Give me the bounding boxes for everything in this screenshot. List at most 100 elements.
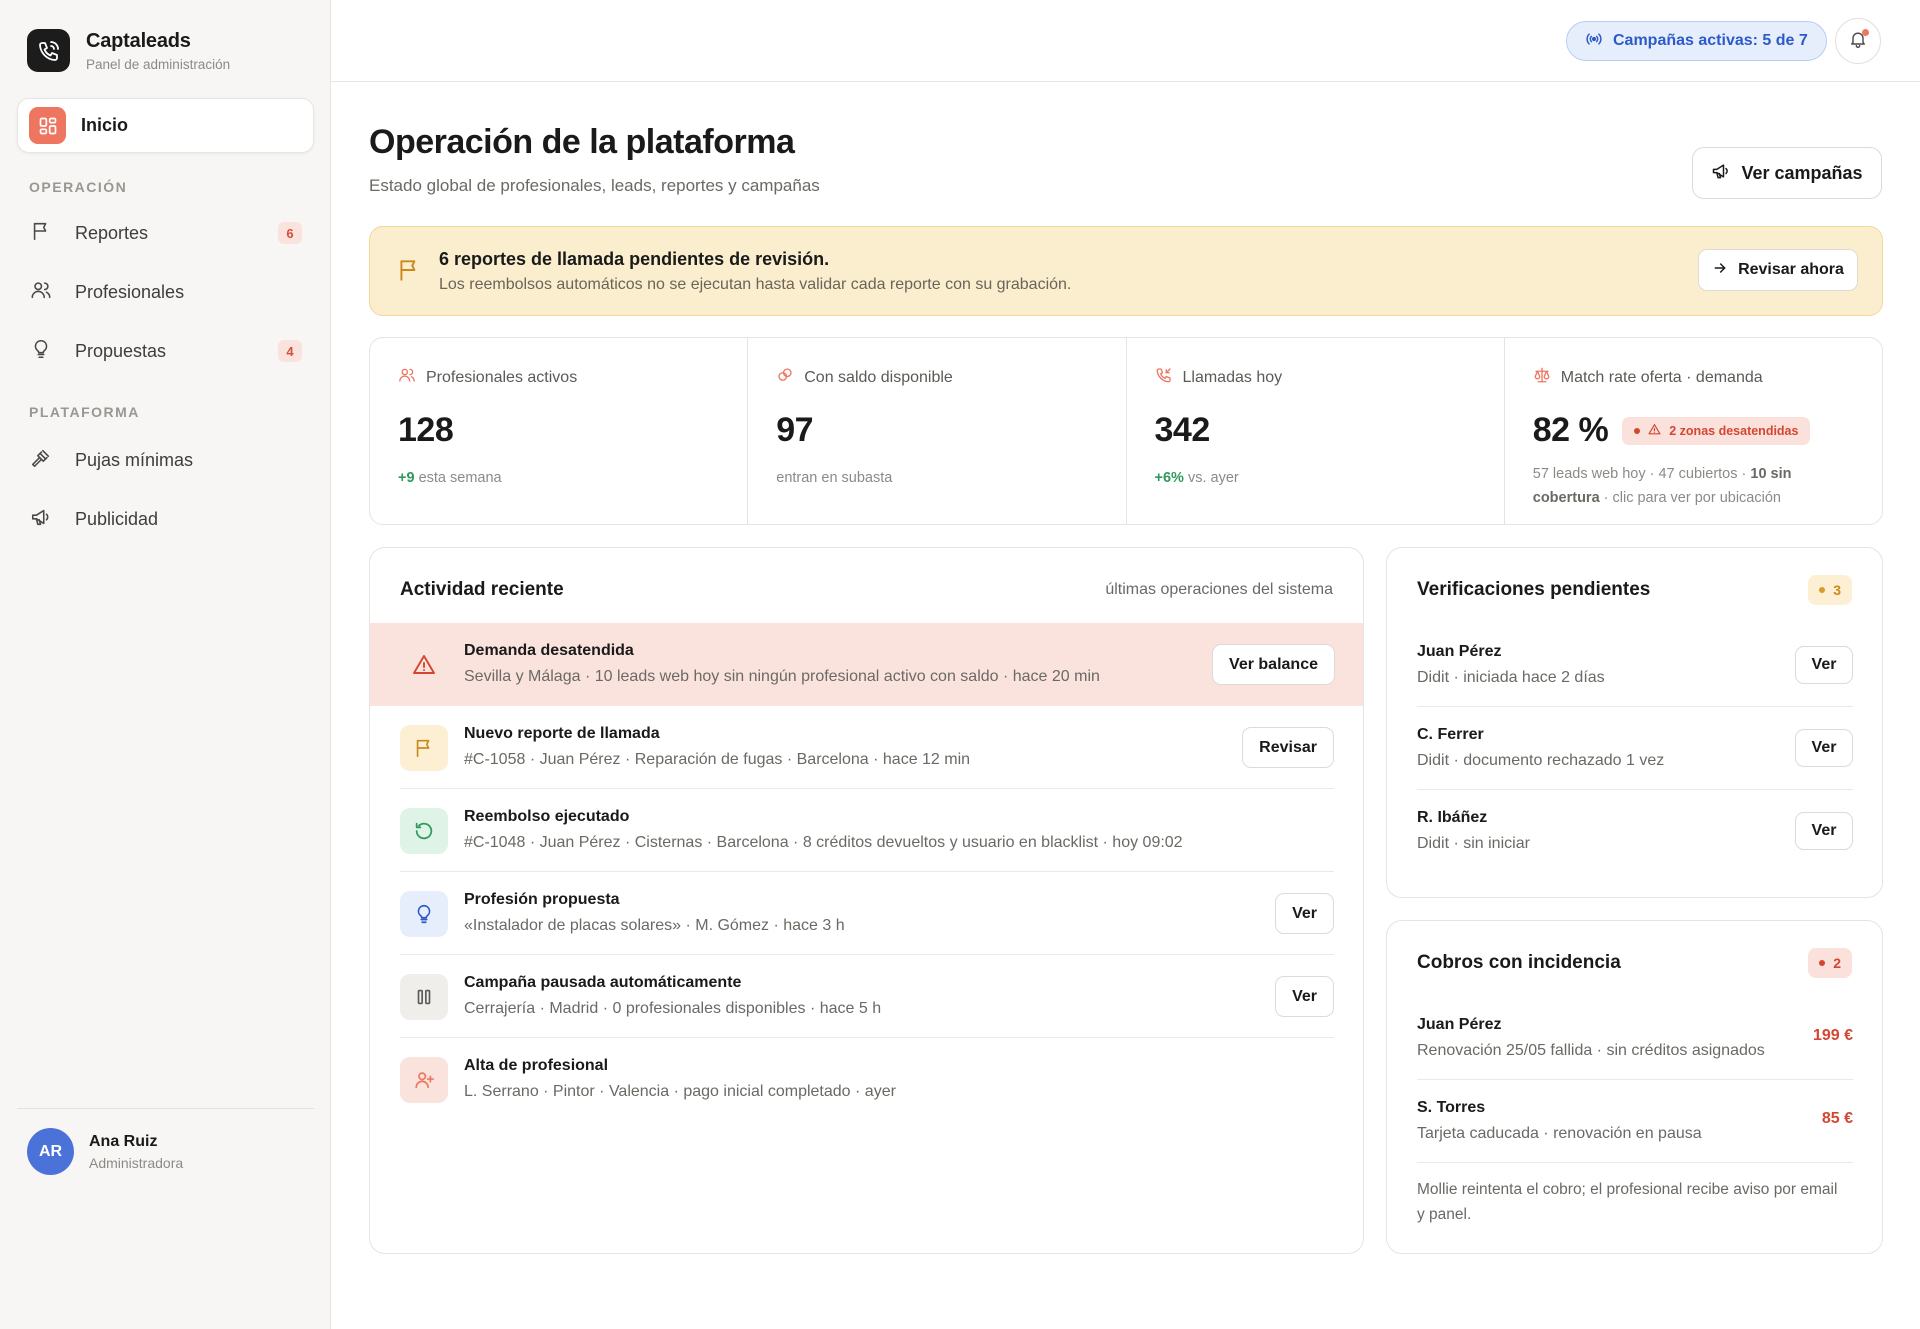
brand[interactable]: Captaleads Panel de administración [27,29,230,72]
notification-dot [1862,29,1869,36]
activity-title: Profesión propuesta [464,891,620,908]
notifications-button[interactable] [1835,18,1881,64]
view-button[interactable]: Ver [1275,976,1334,1017]
topbar: Campañas activas: 5 de 7 [331,0,1920,82]
stat-active-professionals: Profesionales activos 128 +9 esta semana [370,338,749,524]
stat-calls-today: Llamadas hoy 342 +6% vs. ayer [1127,338,1505,524]
payment-amount: 85 € [1821,1110,1853,1127]
activity-desc: Sevilla y Málaga · 10 leads web hoy sin … [464,668,1100,685]
activity-title: Alta de profesional [464,1057,609,1074]
card-meta: últimas operaciones del sistema [1105,581,1333,598]
view-button[interactable]: Ver [1795,729,1853,767]
sidebar-item-publicidad[interactable]: Publicidad [30,499,302,539]
verification-status: Didit · iniciada hace 2 días [1417,669,1605,686]
count-badge: 4 [278,340,302,362]
warning-icon [1648,423,1661,439]
sidebar-item-label: Reportes [75,222,149,243]
verification-status: Didit · documento rechazado 1 vez [1417,752,1665,769]
pending-reports-alert: 6 reportes de llamada pendientes de revi… [369,226,1883,316]
avatar: AR [27,1128,74,1175]
count-badge: 3 [1808,575,1852,605]
payment-row[interactable]: S. Torres Tarjeta caducada · renovación … [1417,1080,1853,1163]
alert-text: Los reembolsos automáticos no se ejecuta… [439,276,1072,293]
payment-amount: 199 € [1812,1027,1853,1044]
person-name: Juan Pérez [1417,1016,1502,1033]
flag-icon [400,725,448,771]
flag-icon [396,257,422,288]
verification-row: R. Ibáñez Didit · sin iniciar Ver [1417,790,1853,873]
view-campaigns-button[interactable]: Ver campañas [1692,147,1882,199]
view-balance-button[interactable]: Ver balance [1212,644,1335,685]
uncovered-zones-label: 2 zonas desatendidas [1669,423,1799,438]
review-button[interactable]: Revisar [1242,727,1334,768]
stat-foot: entran en subasta [776,470,893,486]
verification-status: Didit · sin iniciar [1417,835,1530,852]
coins-icon [776,366,794,389]
activity-item[interactable]: Nuevo reporte de llamada #C-1058 · Juan … [400,706,1334,789]
arrow-right-icon [1712,260,1728,281]
campaigns-status-pill[interactable]: Campañas activas: 5 de 7 [1566,21,1827,61]
activity-desc: Cerrajería · Madrid · 0 profesionales di… [464,1000,882,1017]
stat-delta: +9 [398,470,415,486]
sidebar-item-inicio[interactable]: Inicio [17,98,314,153]
broadcast-icon [1585,30,1603,53]
status-dot [1819,960,1826,966]
card-title: Verificaciones pendientes [1417,579,1651,600]
user-name: Ana Ruiz [89,1132,158,1150]
payment-row[interactable]: Juan Pérez Renovación 25/05 fallida · si… [1417,997,1853,1080]
person-name: S. Torres [1417,1099,1486,1116]
sidebar: Captaleads Panel de administración Inici… [0,0,331,1329]
stat-match-rate[interactable]: Match rate oferta · demanda 82 % 2 zonas… [1505,338,1882,524]
sidebar-item-reportes[interactable]: Reportes 6 [30,213,302,253]
count-value: 2 [1833,955,1841,971]
scale-icon [1533,366,1551,389]
user-profile[interactable]: AR Ana Ruiz Administradora [27,1128,183,1175]
review-now-button[interactable]: Revisar ahora [1698,249,1858,291]
sidebar-item-propuestas[interactable]: Propuestas 4 [30,331,302,371]
stat-foot: · clic para ver por ubicación [1599,490,1781,506]
uncovered-zones-badge[interactable]: 2 zonas desatendidas [1622,416,1811,445]
payments-note: Mollie reintenta el cobro; el profesiona… [1417,1181,1838,1223]
view-button[interactable]: Ver [1795,646,1853,684]
pause-icon [400,974,448,1020]
sidebar-item-pujas-minimas[interactable]: Pujas mínimas [30,440,302,480]
payment-status: Tarjeta caducada · renovación en pausa [1417,1125,1702,1142]
sidebar-item-label: Profesionales [75,281,185,302]
activity-desc: L. Serrano · Pintor · Valencia · pago in… [464,1083,896,1100]
lightbulb-icon [30,338,52,365]
sidebar-item-label: Pujas mínimas [75,449,194,470]
stat-label: Llamadas hoy [1182,368,1283,386]
megaphone-icon [1711,161,1731,186]
stat-label: Con saldo disponible [804,368,953,386]
section-title-plataforma: PLATAFORMA [29,404,140,420]
brand-name: Captaleads [86,29,191,52]
activity-title: Demanda desatendida [464,642,634,659]
activity-item[interactable]: Profesión propuesta «Instalador de placa… [400,872,1334,955]
activity-title: Nuevo reporte de llamada [464,725,660,742]
alert-title: 6 reportes de llamada pendientes de revi… [439,249,830,269]
sidebar-item-profesionales[interactable]: Profesionales [30,272,302,312]
sidebar-item-label: Inicio [81,115,129,135]
stat-foot: 57 leads web hoy · 47 cubiertos · [1532,466,1751,482]
stat-value: 342 [1154,411,1211,449]
brand-subtitle: Panel de administración [86,56,231,72]
sidebar-item-label: Publicidad [75,508,159,529]
section-title-operacion: OPERACIÓN [29,179,128,195]
activity-item[interactable]: Campaña pausada automáticamente Cerrajer… [400,955,1334,1038]
stat-label: Profesionales activos [426,368,578,386]
recent-activity-card: Actividad reciente últimas operaciones d… [369,547,1364,1254]
stats-panel: Profesionales activos 128 +9 esta semana… [369,337,1883,525]
view-button[interactable]: Ver [1275,893,1334,934]
payment-issues-card: Cobros con incidencia 2 Juan Pérez Renov… [1386,920,1883,1254]
activity-desc: #C-1048 · Juan Pérez · Cisternas · Barce… [464,834,1183,851]
view-button[interactable]: Ver [1795,812,1853,850]
activity-item[interactable]: Demanda desatendida Sevilla y Málaga · 1… [370,623,1363,706]
verification-row: Juan Pérez Didit · iniciada hace 2 días … [1417,624,1853,707]
person-name: Juan Pérez [1417,643,1502,660]
refund-icon [400,808,448,854]
megaphone-icon [30,506,52,533]
activity-item: Reembolso ejecutado #C-1048 · Juan Pérez… [400,789,1334,872]
stat-label: Match rate oferta · demanda [1560,368,1763,386]
verification-row: C. Ferrer Didit · documento rechazado 1 … [1417,707,1853,790]
users-icon [398,366,416,389]
